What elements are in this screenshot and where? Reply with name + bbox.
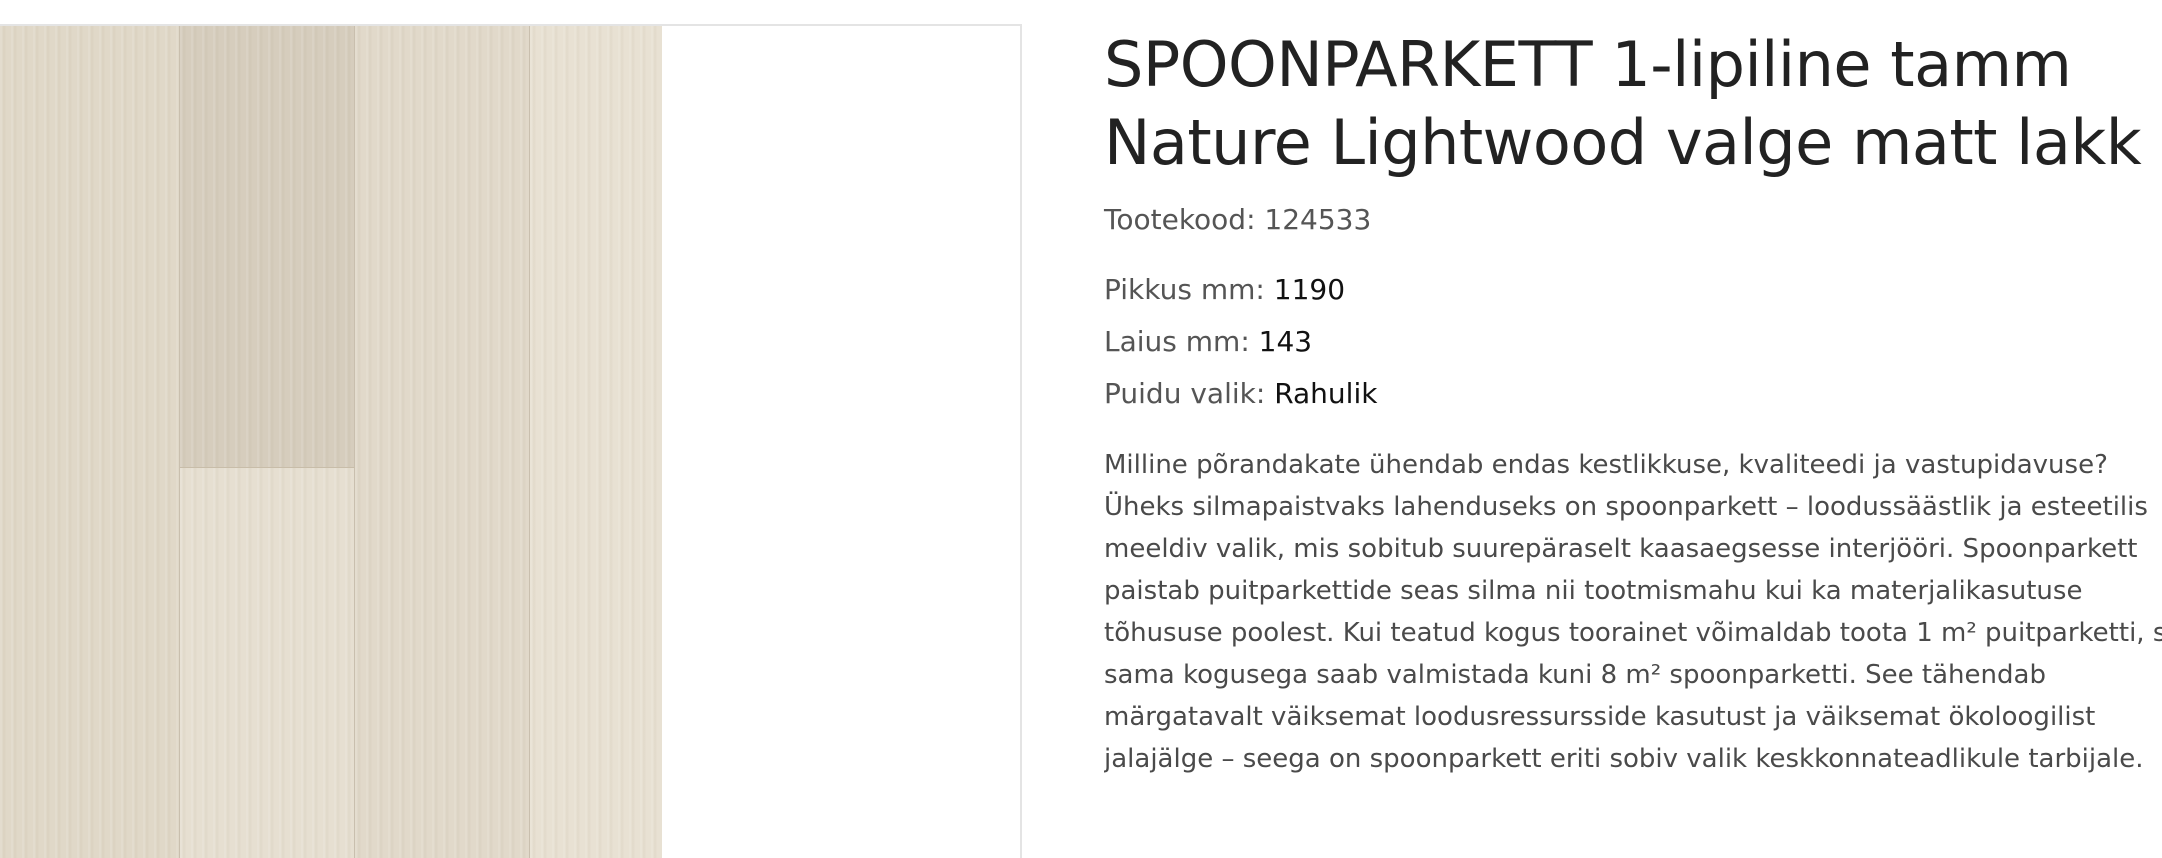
floor-plank: [355, 26, 530, 858]
product-title: SPOONPARKETT 1-lipiline tamm Nature Ligh…: [1104, 26, 2162, 182]
spec-value: Rahulik: [1274, 377, 1378, 410]
spec-label: Puidu valik:: [1104, 377, 1266, 410]
product-photo-oak-floor[interactable]: [0, 26, 662, 858]
product-info: SPOONPARKETT 1-lipiline tamm Nature Ligh…: [1104, 26, 2162, 780]
product-page: SPOONPARKETT 1-lipiline tamm Nature Ligh…: [0, 0, 2162, 858]
spec-row-width: Laius mm: 143: [1104, 324, 2162, 360]
floor-plank: [180, 468, 355, 858]
spec-row-wood-grade: Puidu valik: Rahulik: [1104, 376, 2162, 412]
product-description: Milline põrandakate ühendab endas kestli…: [1104, 444, 2162, 780]
product-code-value: 124533: [1264, 203, 1372, 236]
description-line: Üheks silmapaistvaks lahenduseks on spoo…: [1104, 492, 2148, 522]
spec-value: 1190: [1273, 273, 1346, 306]
floor-plank: [180, 26, 355, 468]
floor-plank: [530, 26, 662, 858]
product-code-label: Tootekood:: [1104, 203, 1256, 236]
description-line: sama kogusega saab valmistada kuni 8 m² …: [1104, 660, 2046, 690]
product-specs: Pikkus mm: 1190 Laius mm: 143 Puidu vali…: [1104, 272, 2162, 412]
product-title-line-2: Nature Lightwood valge matt lakk: [1104, 106, 2142, 179]
spec-label: Laius mm:: [1104, 325, 1250, 358]
description-line: märgatavalt väiksemat loodusressursside …: [1104, 702, 2096, 732]
spec-label: Pikkus mm:: [1104, 273, 1265, 306]
product-title-line-1: SPOONPARKETT 1-lipiline tamm: [1104, 28, 2072, 101]
description-line: Milline põrandakate ühendab endas kestli…: [1104, 450, 2108, 480]
description-line: jalajälge – seega on spoonparkett eriti …: [1104, 744, 2144, 774]
product-code: Tootekood: 124533: [1104, 202, 2162, 238]
product-image-panel[interactable]: [0, 24, 1022, 858]
description-line: paistab puitparkettide seas silma nii to…: [1104, 576, 2083, 606]
description-line: tõhususe poolest. Kui teatud kogus toora…: [1104, 618, 2162, 648]
description-line: meeldiv valik, mis sobitub suurepäraselt…: [1104, 534, 2138, 564]
spec-row-length: Pikkus mm: 1190: [1104, 272, 2162, 308]
floor-plank: [0, 26, 180, 858]
spec-value: 143: [1258, 325, 1313, 358]
